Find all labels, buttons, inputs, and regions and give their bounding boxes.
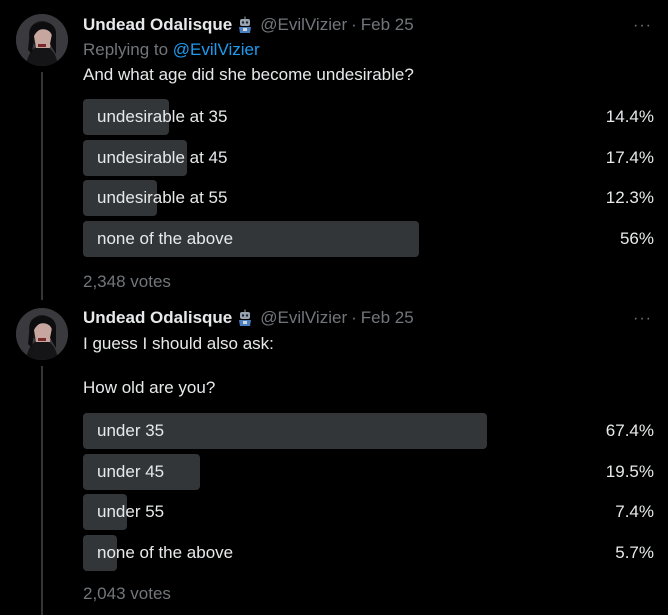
poll-option-percent: 56% [619,228,654,248]
more-options-icon[interactable]: ··· [633,311,652,327]
avatar[interactable] [16,14,68,66]
poll-option: under 55 7.4% [83,494,654,530]
poll-option: under 45 19.5% [83,453,654,490]
poll-option-label: under 55 [97,502,165,521]
tweet-2[interactable]: Undead Odalisque @EvilVizier · Feb 25 ··… [0,300,668,615]
poll-option-percent: 67.4% [605,421,654,440]
user-handle[interactable]: @EvilVizier [260,15,347,35]
poll-option: undesirable at 45 17.4% [83,139,654,176]
avatar-image [16,308,68,360]
poll-option: undesirable at 35 14.4% [83,99,654,135]
robot-badge-icon [236,16,254,34]
tweet-text-line-2: How old are you? [83,378,216,397]
tweet-text-line-1: I guess I should also ask: [83,334,274,353]
poll-option-percent: 17.4% [605,147,654,167]
replying-to: Replying to @EvilVizier [83,40,260,60]
poll-option-label: none of the above [97,542,234,562]
user-handle[interactable]: @EvilVizier [260,308,347,328]
poll-option: under 35 67.4% [83,413,654,449]
avatar[interactable] [16,308,68,360]
replying-mention-link[interactable]: @EvilVizier [173,40,260,59]
more-options-icon[interactable]: ··· [633,18,652,34]
poll-option: undesirable at 55 12.3% [83,180,654,216]
poll-option-label: undesirable at 55 [97,188,228,207]
replying-prefix: Replying to [83,40,169,59]
poll-option-label: undesirable at 35 [97,107,228,126]
tweet-date[interactable]: Feb 25 [361,308,414,328]
tweet-text: And what age did she become undesirable? [83,65,414,84]
display-name[interactable]: Undead Odalisque [83,15,232,35]
poll-option-percent: 7.4% [615,502,654,521]
poll-option-percent: 5.7% [615,542,654,562]
vote-count: 2,043 votes [83,584,171,603]
tweet-header: Undead Odalisque @EvilVizier · Feb 25 [83,307,652,329]
vote-count: 2,348 votes [83,272,171,291]
robot-badge-icon [236,309,254,327]
separator-dot: · [351,15,357,34]
poll-option-label: undesirable at 45 [97,147,228,167]
poll-option-label: none of the above [97,228,234,248]
tweet-1[interactable]: Undead Odalisque @EvilVizier · Feb 25 ··… [0,0,668,300]
poll: undesirable at 35 14.4% undesirable at 4… [83,99,654,261]
poll-option: none of the above 5.7% [83,534,654,571]
poll-option: none of the above 56% [83,220,654,257]
tweet-date[interactable]: Feb 25 [361,15,414,35]
tweet-header: Undead Odalisque @EvilVizier · Feb 25 [83,14,652,36]
avatar-image [16,14,68,66]
poll-option-percent: 12.3% [605,188,654,207]
poll-option-label: under 45 [97,461,165,481]
separator-dot: · [351,308,357,327]
poll-option-percent: 19.5% [605,461,654,481]
poll-option-label: under 35 [97,421,165,440]
poll: under 35 67.4% under 45 19.5% under 55 7… [83,413,654,575]
display-name[interactable]: Undead Odalisque [83,308,232,328]
poll-option-percent: 14.4% [605,107,654,126]
